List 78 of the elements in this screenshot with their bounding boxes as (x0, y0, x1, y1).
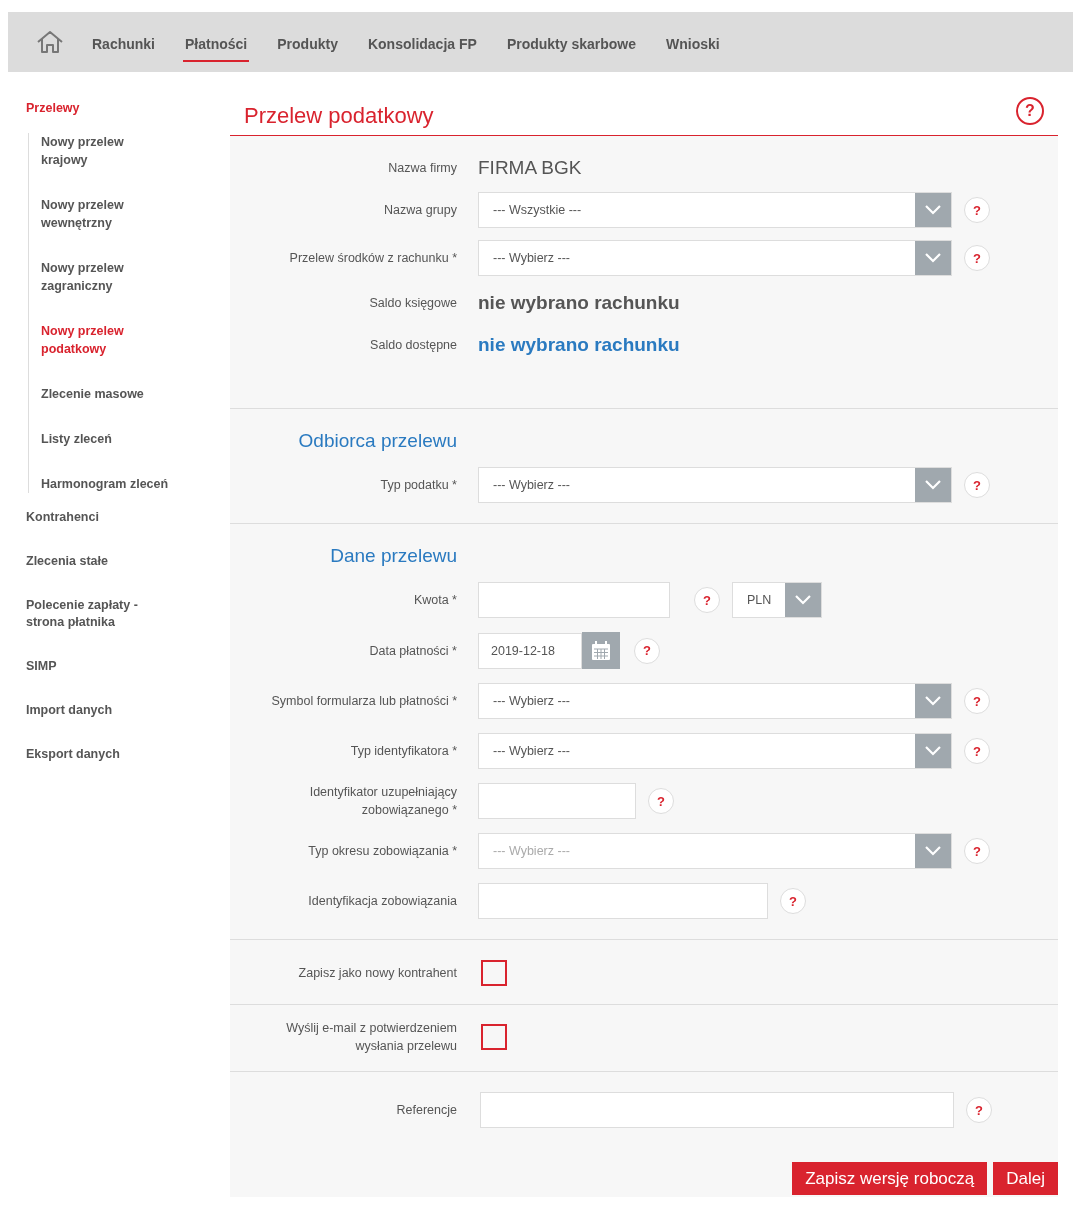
calendar-button[interactable] (582, 632, 620, 669)
caret-icon (795, 595, 811, 605)
balance-value: nie wybrano rachunku (478, 291, 680, 315)
help-button[interactable]: ? (964, 245, 990, 271)
nav-tab[interactable]: Konsolidacja FP (365, 30, 479, 62)
text-input[interactable] (478, 783, 636, 819)
field-label: Identyfikator uzupełniający zobowiązanego * (308, 784, 457, 819)
date-input[interactable]: 2019-12-18 (478, 632, 582, 669)
help-button[interactable]: ? (966, 1097, 992, 1123)
field-label: Saldo księgowe (368, 295, 457, 312)
sidebar-subitem[interactable]: Nowy przelew krajowy (41, 133, 170, 169)
sidebar-item[interactable]: Kontrahenci (26, 509, 166, 553)
sidebar-subitem[interactable]: Nowy przelew zagraniczny (41, 259, 170, 295)
sidebar-subitem[interactable]: Nowy przelew wewnętrzny (41, 196, 170, 232)
help-button[interactable]: ? (964, 472, 990, 498)
sidebar-item[interactable]: SIMP (26, 658, 166, 702)
dropdown[interactable]: --- Wybierz --- (478, 240, 952, 276)
text-input[interactable] (480, 1092, 954, 1128)
nav-tab[interactable]: Rachunki (90, 30, 157, 62)
field-label: Saldo dostępne (369, 337, 457, 354)
field-label: Przelew środków z rachunku * (288, 250, 457, 267)
company-name: FIRMA BGK (478, 157, 582, 179)
balance-value: nie wybrano rachunku (478, 333, 680, 357)
field-label: Referencje (395, 1102, 457, 1119)
sidebar-item[interactable]: Zlecenia stałe (26, 553, 166, 597)
help-button[interactable]: ? (964, 738, 990, 764)
field-label: Identyfikacja zobowiązania (307, 893, 457, 910)
caret-icon (925, 480, 941, 490)
caret-icon (925, 746, 941, 756)
sidebar-item[interactable]: Przelewy (26, 100, 166, 133)
field-label: Kwota * (412, 592, 457, 609)
caret-icon (925, 253, 941, 263)
field-label: Data płatności * (368, 642, 457, 660)
help-button[interactable]: ? (964, 688, 990, 714)
help-button[interactable]: ? (964, 197, 990, 223)
page-title: Przelew podatkowy (244, 103, 434, 129)
action-button[interactable]: Dalej (993, 1162, 1058, 1195)
help-button[interactable]: ? (694, 587, 720, 613)
field-label: Typ podatku * (379, 477, 457, 494)
help-button[interactable]: ? (648, 788, 674, 814)
nav-tab[interactable]: Wnioski (664, 30, 722, 62)
nav-tab[interactable]: Produkty skarbowe (504, 30, 639, 62)
sidebar-item[interactable]: Eksport danych (26, 746, 166, 790)
help-button[interactable]: ? (634, 637, 660, 664)
amount-input[interactable] (478, 582, 670, 618)
nav-tab[interactable]: Płatności (183, 30, 250, 62)
field-label: Typ okresu zobowiązania * (307, 843, 457, 860)
field-label: Wyślij e-mail z potwierdzeniem wysłania przelewu (285, 1020, 457, 1055)
section-heading: Odbiorca przelewu (297, 432, 457, 450)
dropdown[interactable]: --- Wszystkie --- (478, 192, 952, 228)
text-input[interactable] (478, 883, 768, 919)
field-label: Nazwa grupy (383, 202, 457, 219)
caret-icon (925, 846, 941, 856)
sidebar-subitem[interactable]: Harmonogram zleceń (41, 475, 170, 493)
field-label: Symbol formularza lub płatności * (270, 693, 457, 710)
section-heading: Dane przelewu (329, 547, 457, 565)
field-label: Typ identyfikatora * (349, 743, 457, 760)
sidebar-subitem[interactable]: Listy zleceń (41, 430, 170, 448)
sidebar-subitem[interactable]: Zlecenie masowe (41, 385, 170, 403)
help-button[interactable]: ? (780, 888, 806, 914)
checkbox[interactable] (481, 1024, 507, 1050)
calendar-icon (591, 640, 611, 661)
sidebar-item[interactable]: Polecenie zapłaty - strona płatnika (26, 597, 166, 658)
sidebar-item[interactable]: Import danych (26, 702, 166, 746)
caret-icon (925, 696, 941, 706)
currency-dropdown[interactable]: PLN (732, 582, 822, 618)
nav-tab[interactable]: Produkty (275, 30, 340, 62)
home-icon[interactable] (36, 30, 64, 54)
dropdown[interactable]: --- Wybierz --- (478, 467, 952, 503)
checkbox[interactable] (481, 960, 507, 986)
help-button[interactable]: ? (1016, 97, 1044, 125)
sidebar-subitem[interactable]: Nowy przelew podatkowy (41, 322, 170, 358)
field-label: Zapisz jako nowy kontrahent (297, 965, 457, 982)
dropdown[interactable]: --- Wybierz --- (478, 683, 952, 719)
field-label: Nazwa firmy (387, 160, 457, 177)
dropdown[interactable]: --- Wybierz --- (478, 733, 952, 769)
caret-icon (925, 205, 941, 215)
action-button[interactable]: Zapisz wersję roboczą (792, 1162, 988, 1195)
